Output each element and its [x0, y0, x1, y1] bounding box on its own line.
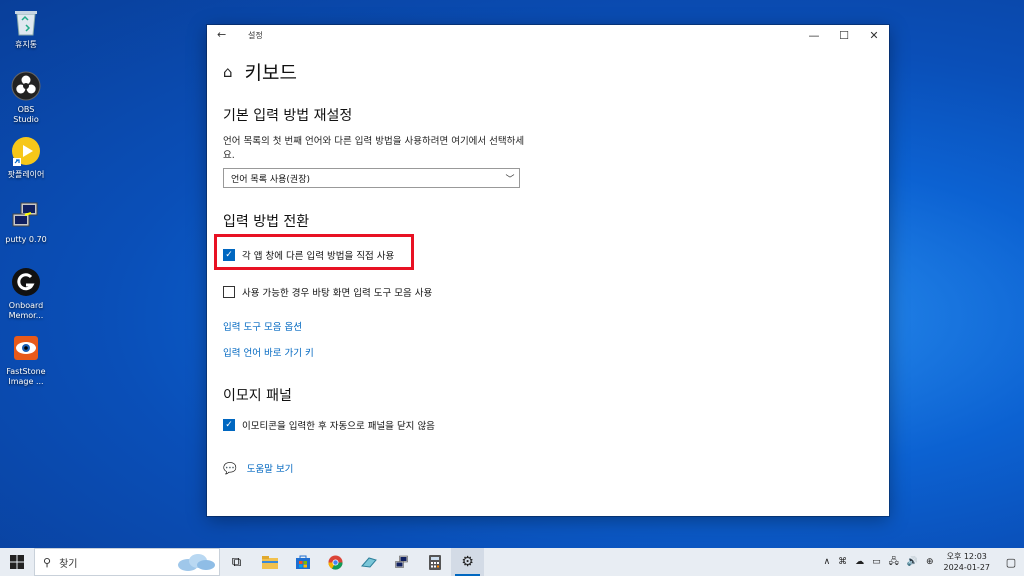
- desktop-icon-label: putty 0.70: [5, 235, 47, 244]
- search-placeholder: 찾기: [59, 558, 78, 570]
- onedrive-icon[interactable]: ☁: [855, 557, 864, 567]
- settings-taskbar-button[interactable]: ⚙: [451, 548, 484, 576]
- checkbox-emoji-panel[interactable]: ✓ 이모티콘을 입력한 후 자동으로 패널을 닫지 않음: [223, 418, 435, 432]
- network-icon[interactable]: 🖧: [889, 554, 899, 570]
- chrome-icon: [328, 554, 343, 570]
- desktop-icon-faststone[interactable]: FastStone Image ...: [4, 332, 48, 387]
- calculator-icon: [428, 554, 441, 570]
- checkbox-checked-icon[interactable]: ✓: [223, 419, 235, 431]
- logitech-icon: [10, 266, 42, 298]
- chevron-down-icon: ﹀: [505, 174, 515, 185]
- help-link[interactable]: 💬 도움말 보기: [223, 461, 294, 476]
- app-button[interactable]: [352, 548, 385, 576]
- tray-app-icon[interactable]: ⌘: [838, 557, 847, 567]
- cloud-icon: [178, 554, 215, 571]
- taskbar-search-box[interactable]: ⚲ 찾기: [34, 548, 220, 576]
- help-link-label[interactable]: 도움말 보기: [247, 461, 294, 475]
- settings-window: ← 설정 — ☐ ✕ ⌂ 키보드 기본 입력 방법 재설정 언어 목록의 첫 번…: [207, 25, 889, 516]
- faststone-icon: [10, 332, 42, 364]
- desktop-icon-label: Onboard Memor...: [8, 301, 44, 320]
- default-input-description: 언어 목록의 첫 번째 언어와 다른 입력 방법을 사용하려면 여기에서 선택하…: [223, 136, 525, 161]
- taskbar-clock[interactable]: 오후 12:03 2024-01-27: [944, 551, 991, 573]
- chat-help-icon: 💬: [223, 461, 237, 475]
- desktop-icon-putty[interactable]: putty 0.70: [4, 200, 48, 245]
- window-title: 설정: [248, 31, 263, 40]
- close-button[interactable]: ✕: [859, 25, 889, 45]
- windows-logo-icon: [10, 555, 24, 569]
- volume-icon[interactable]: 🔊: [907, 557, 918, 567]
- checkbox-label: 이모티콘을 입력한 후 자동으로 패널을 닫지 않음: [242, 421, 435, 432]
- dropdown-value: 언어 목록 사용(권장): [231, 174, 310, 185]
- system-tray: ∧ ⌘ ☁ ▭ 🖧 🔊 ⊕ 오후 12:03 2024-01-27 ▢: [820, 548, 1024, 576]
- desktop-icon-label: FastStone Image ...: [6, 367, 46, 386]
- putty-icon: [394, 555, 408, 568]
- clock-time: 오후 12:03: [946, 552, 987, 561]
- putty-icon: [10, 200, 42, 232]
- home-icon[interactable]: ⌂: [223, 63, 233, 81]
- notification-center-button[interactable]: ▢: [998, 556, 1024, 569]
- red-highlight-box: [214, 234, 414, 270]
- desktop-icon-onboard-memory[interactable]: Onboard Memor...: [4, 266, 48, 321]
- settings-icon: ⚙: [461, 554, 474, 570]
- desktop-icon-potplayer[interactable]: 팟플레이어: [4, 135, 48, 180]
- chevron-up-icon[interactable]: ∧: [824, 557, 831, 567]
- desktop-icon-recycle-bin[interactable]: 휴지통: [4, 5, 48, 50]
- app-icon: [360, 557, 377, 568]
- page-title: 키보드: [244, 62, 297, 84]
- potplayer-icon: [10, 135, 42, 167]
- file-explorer-button[interactable]: [253, 548, 286, 576]
- section-heading-emoji: 이모지 패널: [223, 388, 292, 404]
- checkbox-desktop-language-bar[interactable]: 사용 가능한 경우 바탕 화면 입력 도구 모음 사용: [223, 285, 432, 299]
- file-explorer-icon: [261, 555, 278, 569]
- putty-taskbar-button[interactable]: [385, 548, 418, 576]
- search-icon: ⚲: [43, 555, 52, 569]
- input-method-dropdown[interactable]: 언어 목록 사용(권장) ﹀: [223, 168, 520, 188]
- clock-date: 2024-01-27: [943, 563, 991, 572]
- section-heading-default-input: 기본 입력 방법 재설정: [223, 108, 353, 124]
- calculator-button[interactable]: [418, 548, 451, 576]
- task-view-button[interactable]: ⧉: [220, 548, 253, 576]
- ime-icon[interactable]: ⊕: [926, 557, 934, 567]
- notification-icon: ▢: [1005, 555, 1017, 569]
- battery-icon[interactable]: ▭: [872, 557, 881, 567]
- desktop-icon-label: OBS Studio: [13, 105, 39, 124]
- chrome-button[interactable]: [319, 548, 352, 576]
- desktop-icon-label: 휴지통: [14, 40, 38, 49]
- page-header: ⌂ 키보드: [223, 58, 297, 85]
- obs-icon: [10, 70, 42, 102]
- start-button[interactable]: [0, 548, 34, 576]
- store-button[interactable]: [286, 548, 319, 576]
- link-language-bar-options[interactable]: 입력 도구 모음 옵션: [223, 319, 302, 333]
- maximize-button[interactable]: ☐: [829, 25, 859, 45]
- store-icon: [295, 555, 310, 569]
- title-bar: ← 설정 — ☐ ✕: [207, 25, 889, 45]
- minimize-button[interactable]: —: [799, 25, 829, 45]
- task-view-icon: ⧉: [231, 554, 242, 570]
- checkbox-label: 사용 가능한 경우 바탕 화면 입력 도구 모음 사용: [242, 288, 433, 299]
- section-heading-switching: 입력 방법 전환: [223, 214, 310, 230]
- recycle-bin-icon: [10, 5, 42, 37]
- back-button[interactable]: ←: [217, 28, 226, 41]
- desktop-icon-label: 팟플레이어: [7, 170, 45, 179]
- checkbox-unchecked-icon[interactable]: [223, 286, 235, 298]
- link-input-language-hotkeys[interactable]: 입력 언어 바로 가기 키: [223, 345, 314, 359]
- taskbar: ⚲ 찾기 ⧉ ⚙ ∧ ⌘ ☁ ▭ 🖧 🔊 ⊕ 오후 12:03 2024-01-…: [0, 548, 1024, 576]
- desktop-icon-obs[interactable]: OBS Studio: [4, 70, 48, 125]
